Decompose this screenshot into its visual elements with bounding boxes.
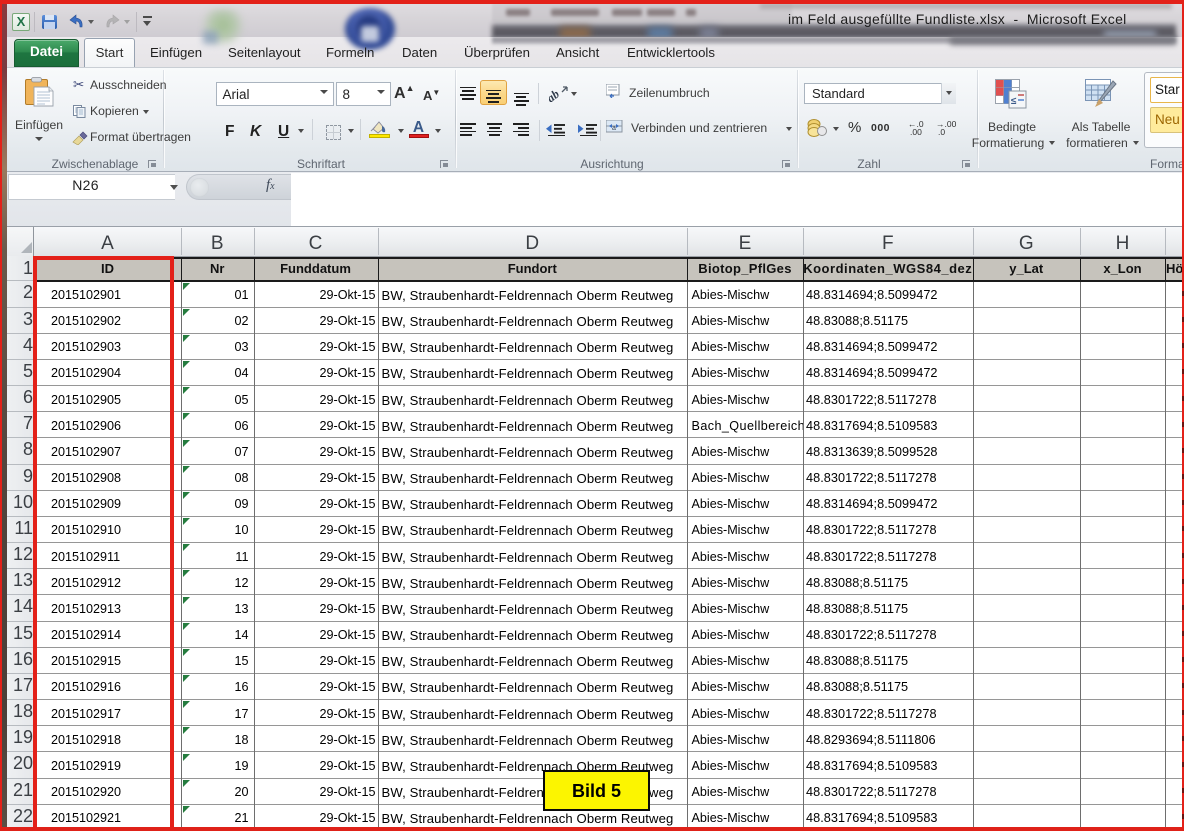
svg-text:.00: .00	[910, 127, 922, 136]
svg-text:≤: ≤	[1011, 96, 1017, 107]
svg-text:ab: ab	[549, 87, 562, 102]
svg-text:a: a	[612, 125, 616, 132]
svg-text:.0: .0	[938, 127, 945, 136]
